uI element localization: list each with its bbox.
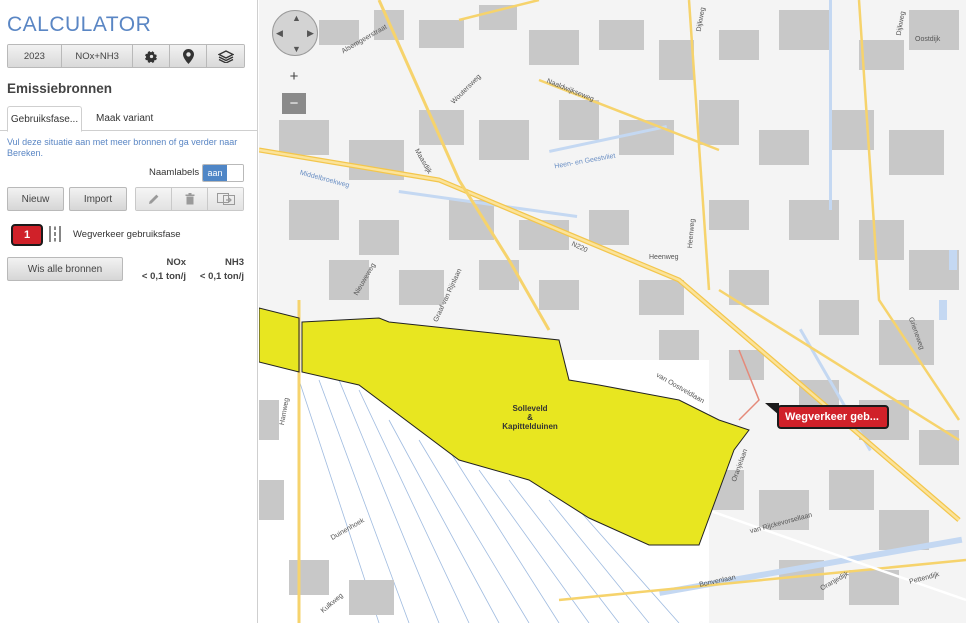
import-button[interactable]: Import xyxy=(69,187,127,211)
clear-all-sources-button[interactable]: Wis alle bronnen xyxy=(7,257,123,281)
name-labels-toggle[interactable]: aan xyxy=(202,164,244,182)
map-pin-icon xyxy=(182,48,194,64)
map-canvas xyxy=(259,0,966,623)
pan-down-icon[interactable]: ▼ xyxy=(292,44,301,54)
side-panel: CALCULATOR 2023 NOx+NH3 Emissiebronnen G… xyxy=(0,0,258,623)
street-label: Heenweg xyxy=(649,254,679,261)
edit-source-button[interactable] xyxy=(136,188,172,210)
tab-gebruiksfase[interactable]: Gebruiksfase... xyxy=(7,106,82,132)
natura-area-label: Solleveld & Kapittelduinen xyxy=(495,404,565,431)
source-number-badge[interactable]: 1 xyxy=(11,224,43,246)
substance-button[interactable]: NOx+NH3 xyxy=(61,45,134,67)
toggle-on-state: aan xyxy=(203,165,227,181)
zoom-in-button[interactable]: + xyxy=(282,66,306,87)
app-title: CALCULATOR xyxy=(7,13,152,36)
section-title: Emissiebronnen xyxy=(7,81,113,96)
pan-right-icon[interactable]: ▶ xyxy=(307,28,314,39)
situation-hint: Vul deze situatie aan met meer bronnen o… xyxy=(7,137,238,158)
name-labels-label: Naamlabels xyxy=(149,167,200,178)
area-label-line: & xyxy=(527,413,533,422)
source-edit-group xyxy=(135,187,244,211)
trash-icon xyxy=(185,193,194,205)
year-button[interactable]: 2023 xyxy=(8,45,62,67)
map-source-tag[interactable]: Wegverkeer geb... xyxy=(765,403,889,429)
map-view[interactable]: ▲ ▼ ◀ ▶ + − Alsemgeerstraat Woutersweg N… xyxy=(259,0,966,623)
nox-header: NOx xyxy=(166,257,186,268)
layers-button[interactable] xyxy=(207,45,244,67)
area-label-line: Solleveld xyxy=(512,404,548,413)
settings-button[interactable] xyxy=(133,45,171,67)
new-source-button[interactable]: Nieuw xyxy=(7,187,64,211)
copy-icon xyxy=(216,193,235,205)
natura-area-polygon xyxy=(259,307,300,373)
gear-icon xyxy=(144,50,157,63)
road-traffic-icon xyxy=(49,226,61,242)
pan-up-icon[interactable]: ▲ xyxy=(292,13,301,23)
tab-maak-variant[interactable]: Maak variant xyxy=(96,106,153,131)
location-button[interactable] xyxy=(170,45,208,67)
pan-left-icon[interactable]: ◀ xyxy=(276,28,283,39)
nh3-total-value: < 0,1 ton/j xyxy=(199,271,244,282)
situation-tabs: Gebruiksfase... Maak variant xyxy=(0,106,258,132)
pencil-icon xyxy=(148,194,158,204)
main-toolbar: 2023 NOx+NH3 xyxy=(7,44,245,68)
delete-source-button[interactable] xyxy=(172,188,208,210)
copy-source-button[interactable] xyxy=(208,188,243,210)
layers-icon xyxy=(217,49,234,63)
nox-total-value: < 0,1 ton/j xyxy=(141,271,186,282)
source-label[interactable]: Wegverkeer gebruiksfase xyxy=(73,229,181,240)
nh3-header: NH3 xyxy=(224,257,244,268)
toggle-off-state xyxy=(227,165,243,181)
area-label-line: Kapittelduinen xyxy=(502,422,558,431)
pan-control[interactable]: ▲ ▼ ◀ ▶ xyxy=(272,10,318,56)
street-label: Oostdijk xyxy=(915,36,941,43)
zoom-out-button[interactable]: − xyxy=(282,93,306,114)
